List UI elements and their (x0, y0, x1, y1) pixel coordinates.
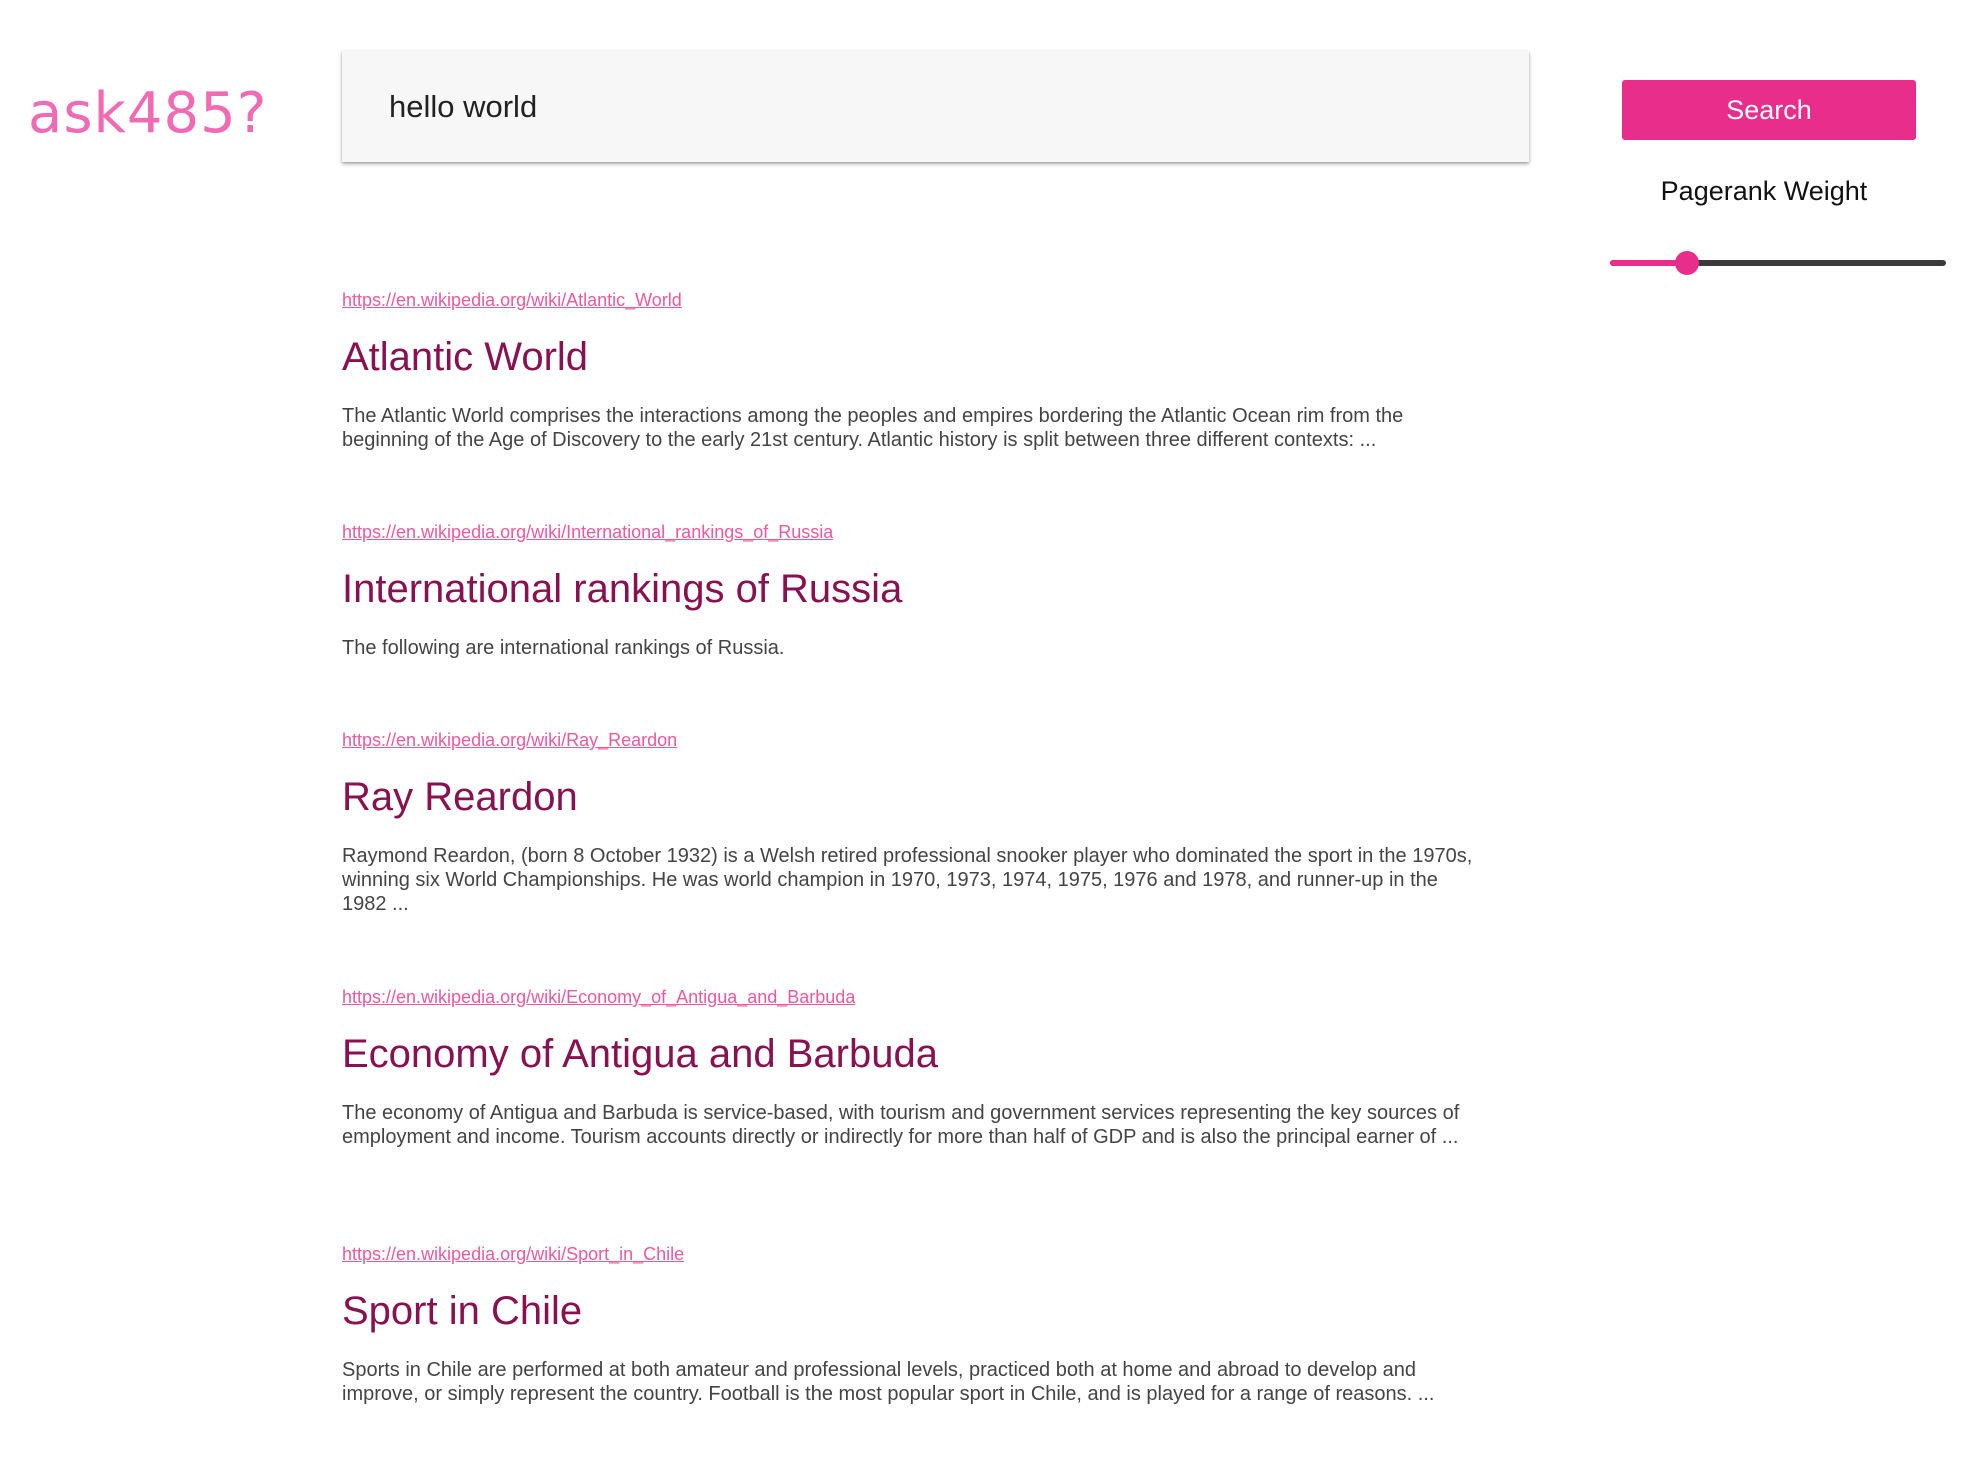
result-url-link[interactable]: https://en.wikipedia.org/wiki/Atlantic_W… (342, 288, 1482, 312)
result-url-link[interactable]: https://en.wikipedia.org/wiki/Economy_of… (342, 985, 1482, 1009)
result-snippet: Sports in Chile are performed at both am… (342, 1359, 1435, 1405)
logo-number: 485? (126, 81, 268, 146)
result-url-link[interactable]: https://en.wikipedia.org/wiki/Ray_Reardo… (342, 728, 1482, 752)
result-url-link[interactable]: https://en.wikipedia.org/wiki/Sport_in_C… (342, 1242, 1482, 1266)
slider-thumb[interactable] (1675, 251, 1700, 275)
result-title[interactable]: International rankings of Russia (342, 544, 1482, 616)
result-snippet: Raymond Reardon, (born 8 October 1932) i… (342, 845, 1473, 915)
result-item: https://en.wikipedia.org/wiki/Economy_of… (342, 985, 1482, 1242)
pagerank-weight-slider[interactable] (1610, 246, 1946, 280)
result-snippet: The economy of Antigua and Barbuda is se… (342, 1102, 1460, 1148)
search-box (342, 51, 1529, 162)
result-title[interactable]: Sport in Chile (342, 1266, 1482, 1338)
results-list: https://en.wikipedia.org/wiki/Atlantic_W… (342, 288, 1482, 1406)
result-item: https://en.wikipedia.org/wiki/Atlantic_W… (342, 288, 1482, 520)
result-snippet: The following are international rankings… (342, 637, 785, 659)
result-title[interactable]: Atlantic World (342, 312, 1482, 384)
logo[interactable]: ask485? (28, 80, 268, 148)
result-item: https://en.wikipedia.org/wiki/Sport_in_C… (342, 1242, 1482, 1406)
result-snippet: The Atlantic World comprises the interac… (342, 405, 1404, 451)
result-title[interactable]: Ray Reardon (342, 752, 1482, 824)
logo-prefix: ask (28, 81, 127, 146)
result-item: https://en.wikipedia.org/wiki/Ray_Reardo… (342, 728, 1482, 985)
search-input[interactable] (389, 51, 1489, 162)
result-item: https://en.wikipedia.org/wiki/Internatio… (342, 520, 1482, 728)
page: ask485? Search Pagerank Weight https://e… (0, 0, 1978, 1484)
pagerank-weight-label: Pagerank Weight (1660, 176, 1868, 206)
search-button[interactable]: Search (1622, 80, 1916, 140)
result-url-link[interactable]: https://en.wikipedia.org/wiki/Internatio… (342, 520, 1482, 544)
result-title[interactable]: Economy of Antigua and Barbuda (342, 1009, 1482, 1081)
